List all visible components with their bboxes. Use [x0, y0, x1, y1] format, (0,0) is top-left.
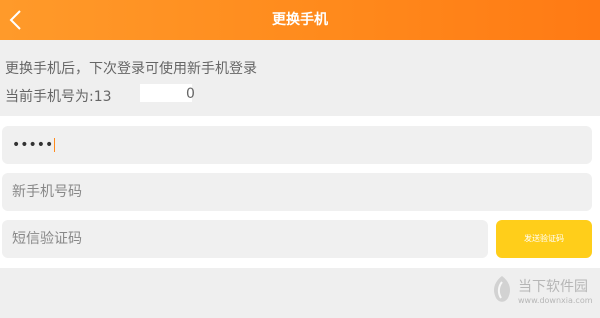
send-code-button[interactable]: 发送验证码 [496, 220, 592, 258]
password-value: ••••• [12, 137, 54, 153]
sms-code-field[interactable]: 短信验证码 [2, 220, 488, 258]
info-section: 更换手机后，下次登录可使用新手机登录 当前手机号为:13 0 [0, 40, 600, 116]
watermark-name: 当下软件园 [518, 279, 588, 295]
sms-code-placeholder: 短信验证码 [12, 231, 82, 247]
page-title: 更换手机 [272, 12, 328, 28]
text-cursor [54, 138, 56, 152]
change-phone-note: 更换手机后，下次登录可使用新手机登录 [5, 61, 257, 77]
password-field[interactable]: ••••• [2, 126, 592, 164]
new-phone-field[interactable]: 新手机号码 [2, 173, 592, 211]
new-phone-placeholder: 新手机号码 [12, 184, 82, 200]
current-phone-tail: 0 [186, 86, 195, 102]
downxia-logo-icon [494, 276, 510, 302]
watermark: 当下软件园 www.downxia.com [490, 270, 593, 310]
header-bar: 更换手机 [0, 0, 600, 40]
change-phone-form: ••••• 新手机号码 短信验证码 发送验证码 [0, 116, 600, 268]
watermark-url: www.downxia.com [518, 296, 593, 305]
current-phone-label: 当前手机号为:13 [5, 89, 112, 105]
phone-mask [140, 84, 192, 102]
footer-area: 当下软件园 www.downxia.com [0, 268, 600, 318]
